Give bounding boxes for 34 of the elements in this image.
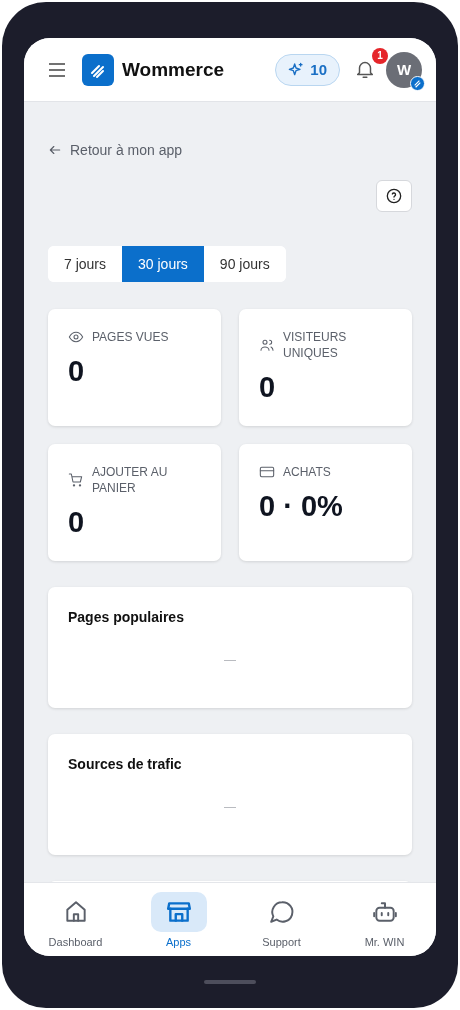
- credit-card-icon: [259, 464, 275, 480]
- stat-label: AJOUTER AU PANIER: [92, 464, 169, 496]
- stat-label: ACHATS: [283, 464, 331, 480]
- help-button[interactable]: [376, 180, 412, 212]
- panel-title: Sources de trafic: [68, 756, 183, 772]
- stat-label: PAGES VUES: [92, 329, 169, 345]
- stat-label: VISITEURS UNIQUES: [283, 329, 348, 361]
- chat-bubble-icon: [268, 898, 295, 925]
- logo-icon: [410, 75, 425, 91]
- nav-item[interactable]: Support: [236, 891, 327, 948]
- panel-title: Pages populaires: [68, 609, 185, 625]
- sparkle-icon: [288, 61, 305, 78]
- period-tab[interactable]: 30 jours: [122, 246, 204, 282]
- empty-dash: —: [223, 800, 237, 814]
- nav-item[interactable]: Apps: [133, 891, 224, 948]
- stat-value: 0: [68, 506, 86, 539]
- question-icon: [386, 188, 402, 204]
- cart-icon: [68, 472, 84, 488]
- stat-value: 0 · 0%: [259, 490, 344, 523]
- users-icon: [259, 337, 275, 353]
- stat-value: 0: [259, 371, 277, 404]
- notification-badge: 1: [372, 47, 388, 64]
- nav-item[interactable]: Dashboard: [30, 891, 121, 948]
- user-avatar[interactable]: W: [386, 51, 422, 88]
- menu-icon[interactable]: [48, 62, 66, 77]
- arrow-left-icon: [48, 143, 62, 157]
- nav-item[interactable]: Mr. WIN: [339, 891, 430, 948]
- stat-value: 0: [68, 355, 86, 388]
- logo-icon: [82, 53, 114, 86]
- eye-icon: [68, 329, 84, 345]
- brand-name: Wommerce: [122, 58, 226, 81]
- back-link[interactable]: Retour à mon app: [48, 142, 412, 158]
- empty-dash: —: [223, 653, 237, 667]
- credits-button[interactable]: 10: [275, 53, 340, 86]
